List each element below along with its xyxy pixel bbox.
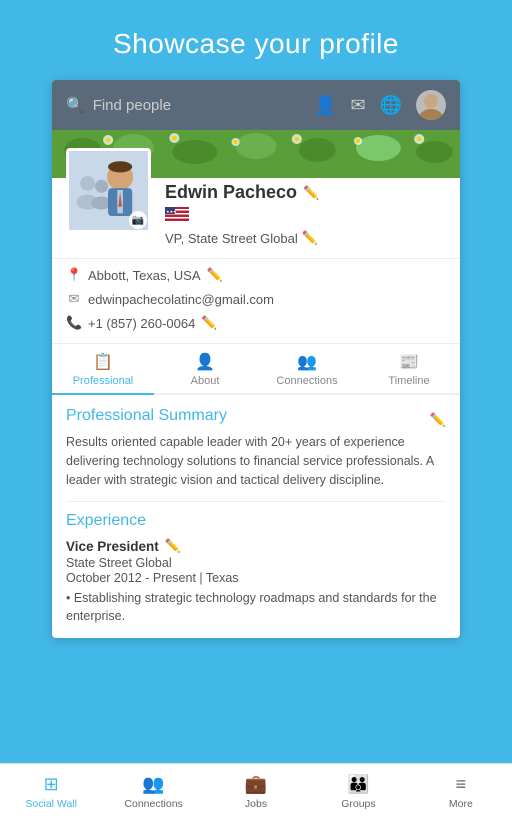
bottom-nav: ⊞ Social Wall 👥 Connections 💼 Jobs 👪 Gro… [0,763,512,819]
profile-name-row: Edwin Pacheco ✏️ [165,182,446,203]
bottom-nav-groups[interactable]: 👪 Groups [307,774,409,810]
tab-about[interactable]: 👤 About [154,344,256,395]
groups-nav-icon: 👪 [347,774,369,795]
profile-job-title: VP, State Street Global [165,231,298,246]
job-title-row: Vice President ✏️ [66,538,446,554]
tab-professional[interactable]: 📋 Professional [52,344,154,395]
main-card: 🔍 Find people 👤 ✉ 🌐 [52,80,460,638]
job-title: Vice President [66,539,159,554]
header-section: Showcase your profile [0,0,512,80]
professional-tab-icon: 📋 [93,352,113,372]
bottom-nav-jobs[interactable]: 💼 Jobs [205,774,307,810]
location-row: 📍 Abbott, Texas, USA ✏️ [66,263,446,287]
message-icon[interactable]: ✉ [350,95,365,116]
professional-summary-text: Results oriented capable leader with 20+… [66,433,446,489]
job-edit-icon[interactable]: ✏️ [165,538,181,554]
search-bar: 🔍 Find people 👤 ✉ 🌐 [52,80,460,130]
location-edit-icon[interactable]: ✏️ [207,267,223,283]
contact-section: 📍 Abbott, Texas, USA ✏️ ✉ edwinpachecola… [52,258,460,343]
search-icon: 🔍 [66,96,85,114]
professional-tab-label: Professional [73,375,134,387]
connections-tab-icon: 👥 [297,352,317,372]
svg-text:★★★: ★★★ [166,209,177,214]
bottom-nav-connections[interactable]: 👥 Connections [102,774,204,810]
job-company: State Street Global [66,556,446,570]
profile-title-row: VP, State Street Global ✏️ [165,230,446,246]
jobs-nav-icon: 💼 [245,774,267,795]
phone-row: 📞 +1 (857) 260-0064 ✏️ [66,311,446,335]
profile-tab-bar: 📋 Professional 👤 About 👥 Connections 📰 T… [52,343,460,395]
content-area: Professional Summary ✏️ Results oriented… [52,395,460,638]
summary-edit-icon[interactable]: ✏️ [430,412,446,428]
social-wall-label: Social Wall [25,798,77,810]
section-divider [66,501,446,502]
country-flag: ★★★ [165,207,446,226]
search-nav-icons: 👤 ✉ 🌐 [314,90,446,120]
name-edit-icon[interactable]: ✏️ [303,185,319,201]
header-title: Showcase your profile [20,28,492,60]
about-tab-icon: 👤 [195,352,215,372]
connections-tab-label: Connections [276,375,337,387]
job-bullet: • Establishing strategic technology road… [66,589,446,625]
phone-text: +1 (857) 260-0064 [88,316,195,331]
social-wall-icon: ⊞ [44,774,59,795]
location-text: Abbott, Texas, USA [88,268,201,283]
experience-section: Experience Vice President ✏️ State Stree… [66,512,446,625]
bottom-nav-social-wall[interactable]: ⊞ Social Wall [0,774,102,810]
search-input[interactable]: Find people [93,97,306,114]
email-icon: ✉ [66,291,82,307]
experience-title: Experience [66,512,446,530]
more-nav-label: More [449,798,473,810]
email-text: edwinpachecolatinc@gmail.com [88,292,274,307]
bottom-nav-more[interactable]: ≡ More [410,774,512,810]
groups-nav-label: Groups [341,798,375,810]
profile-photo-wrap: 📷 [66,148,151,233]
connections-nav-icon: 👥 [142,774,164,795]
professional-summary-title: Professional Summary [66,407,227,425]
people-icon[interactable]: 👤 [314,95,336,116]
job-dates: October 2012 - Present | Texas [66,571,446,585]
camera-icon[interactable]: 📷 [129,211,147,229]
jobs-nav-label: Jobs [245,798,267,810]
tab-connections[interactable]: 👥 Connections [256,344,358,395]
phone-icon: 📞 [66,315,82,331]
phone-edit-icon[interactable]: ✏️ [201,315,217,331]
timeline-tab-label: Timeline [388,375,429,387]
tab-timeline[interactable]: 📰 Timeline [358,344,460,395]
globe-icon[interactable]: 🌐 [380,95,402,116]
about-tab-label: About [191,375,220,387]
connections-nav-label: Connections [124,798,182,810]
profile-name: Edwin Pacheco [165,182,297,203]
location-icon: 📍 [66,267,82,283]
more-nav-icon: ≡ [456,774,467,795]
professional-summary-section: Professional Summary ✏️ Results oriented… [66,407,446,489]
user-avatar-nav[interactable] [416,90,446,120]
email-row: ✉ edwinpachecolatinc@gmail.com [66,287,446,311]
title-edit-icon[interactable]: ✏️ [302,230,318,246]
timeline-tab-icon: 📰 [399,352,419,372]
